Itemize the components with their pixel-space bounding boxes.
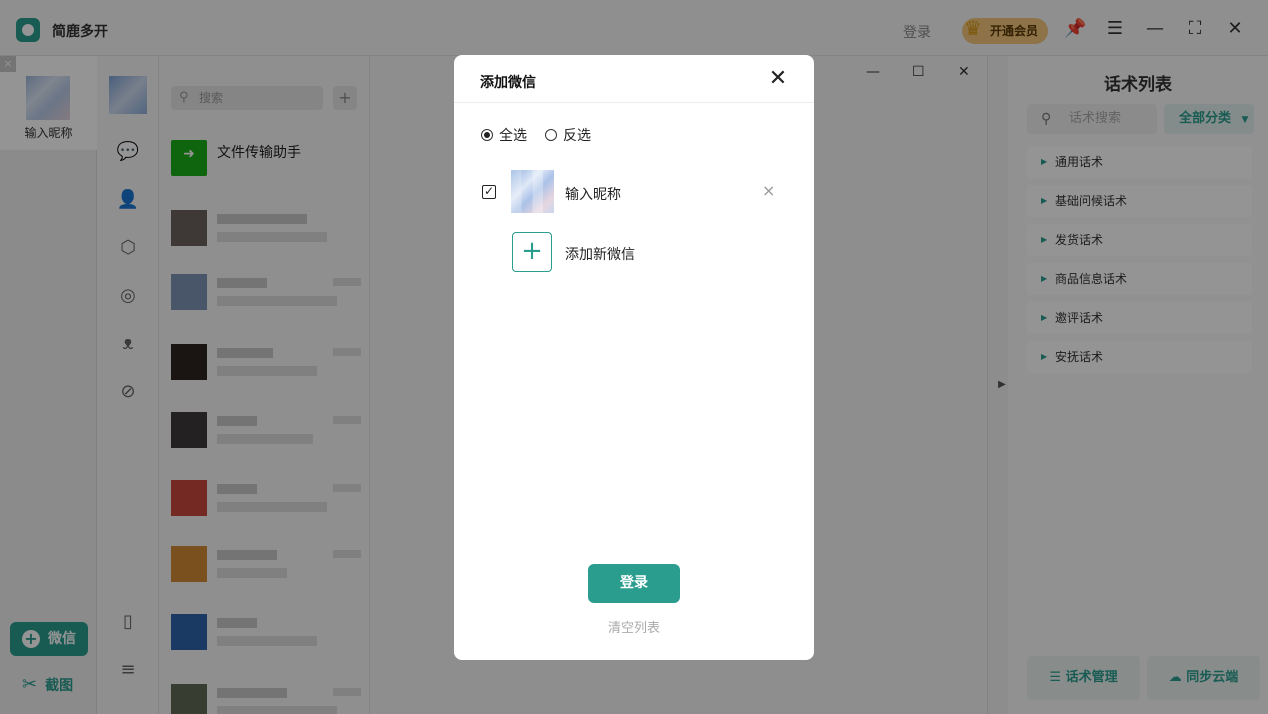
- select-all-radio[interactable]: 全选: [481, 125, 527, 144]
- radio-checked-icon: [481, 129, 493, 141]
- add-new-wechat-label: 添加新微信: [565, 247, 635, 263]
- plus-icon: +: [512, 232, 552, 272]
- dialog-title: 添加微信: [480, 75, 536, 91]
- radio-unchecked-icon: [545, 129, 557, 141]
- account-name: 输入昵称: [565, 187, 621, 203]
- close-icon[interactable]: ✕: [766, 67, 790, 91]
- add-new-wechat-row[interactable]: + 添加新微信: [511, 232, 771, 274]
- add-wechat-dialog: 添加微信 ✕ 全选 反选 ✓ 输入昵称 × + 添加新微信 登录 清空列表: [454, 55, 814, 660]
- clear-list-link[interactable]: 清空列表: [454, 617, 814, 636]
- invert-selection-label: 反选: [563, 128, 591, 144]
- divider: [454, 102, 814, 103]
- login-button[interactable]: 登录: [588, 564, 680, 603]
- select-all-label: 全选: [499, 128, 527, 144]
- remove-account-icon[interactable]: ×: [762, 181, 775, 200]
- avatar: [511, 170, 554, 213]
- account-checkbox[interactable]: ✓: [482, 185, 496, 199]
- invert-selection-radio[interactable]: 反选: [545, 125, 591, 144]
- account-row: ✓ 输入昵称 ×: [480, 169, 780, 215]
